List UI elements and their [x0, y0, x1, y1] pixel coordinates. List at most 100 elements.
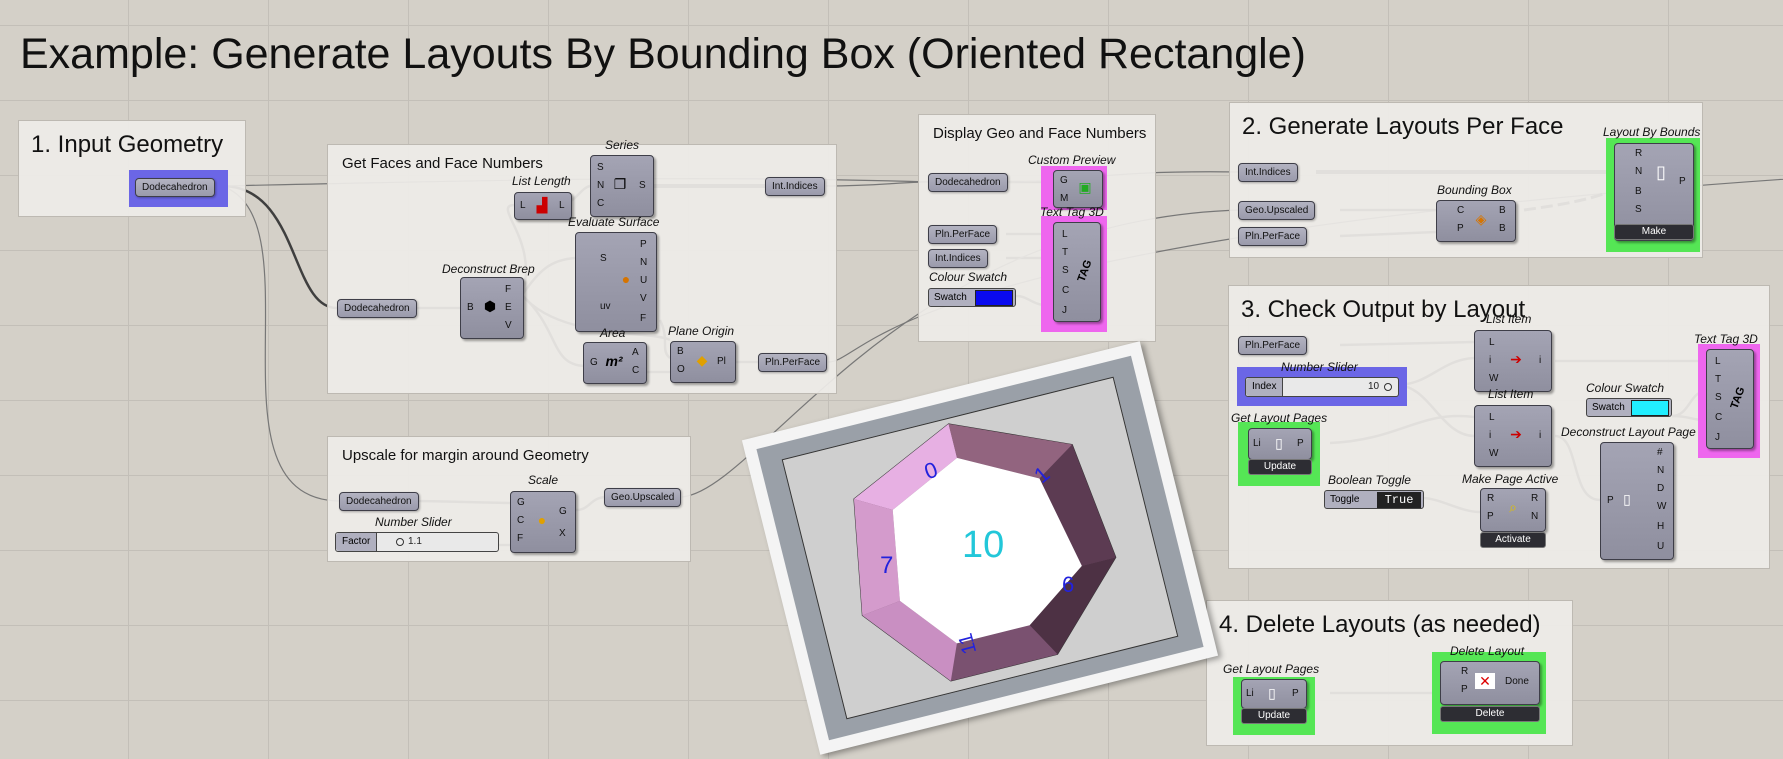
pages-icon: ▯	[1268, 685, 1276, 701]
make-page-active-caption: Make Page Active	[1462, 472, 1559, 486]
list-length-icon: ▟	[536, 197, 548, 213]
series-icon: ❐	[613, 176, 627, 192]
pages-icon: ▯	[1275, 435, 1283, 451]
group-label: 2. Generate Layouts Per Face	[1242, 113, 1564, 140]
make-button[interactable]: Make	[1614, 224, 1694, 240]
deconstruct-brep-component[interactable]: B ⬢ F E V	[460, 277, 524, 339]
list-item-caption: List Item	[1486, 312, 1532, 326]
tag-icon: TAG	[1075, 258, 1095, 284]
colour-swatch[interactable]: Swatch	[928, 288, 1016, 307]
slider-grip[interactable]	[396, 538, 404, 546]
scale-component[interactable]: G C F ● G X	[510, 491, 576, 553]
factor-slider[interactable]: Factor 1.1	[335, 532, 499, 552]
swatch-color	[1631, 400, 1669, 416]
evaluate-surface-component[interactable]: S uv ● P N U V F	[575, 232, 657, 332]
boolean-toggle[interactable]: Toggle True	[1324, 490, 1424, 509]
group-label: Get Faces and Face Numbers	[342, 155, 543, 172]
int-indices-param[interactable]: Int.Indices	[928, 249, 988, 268]
dodecahedron-param[interactable]: Dodecahedron	[135, 178, 215, 197]
get-layout-pages-component[interactable]: Li ▯ P	[1248, 428, 1312, 460]
text-tag-component[interactable]: L T S C J TAG	[1053, 222, 1101, 322]
text-tag-caption: Text Tag 3D	[1040, 205, 1104, 219]
plane-origin-component[interactable]: B O ◆ Pl	[670, 341, 736, 383]
update-button[interactable]: Update	[1241, 708, 1307, 724]
int-indices-param[interactable]: Int.Indices	[765, 177, 825, 196]
activate-button[interactable]: Activate	[1480, 532, 1546, 548]
deconstruct-layout-page-caption: Deconstruct Layout Page	[1561, 425, 1696, 439]
group-label: 3. Check Output by Layout	[1241, 296, 1526, 323]
update-button[interactable]: Update	[1248, 459, 1312, 475]
custom-preview-component[interactable]: G M ▣	[1053, 170, 1103, 208]
get-layout-pages-caption: Get Layout Pages	[1223, 662, 1320, 676]
slider-grip[interactable]	[1384, 383, 1392, 391]
list-length-caption: List Length	[512, 174, 571, 188]
dodecahedron-param[interactable]: Dodecahedron	[928, 173, 1008, 192]
factor-slider-caption: Number Slider	[375, 515, 452, 529]
series-component[interactable]: S N C ❐ S	[590, 155, 654, 217]
index-slider[interactable]: Index 10	[1245, 377, 1399, 397]
list-item-caption: List Item	[1488, 387, 1534, 401]
text-tag-caption: Text Tag 3D	[1694, 332, 1758, 346]
swatch-caption: Colour Swatch	[929, 270, 1008, 284]
get-layout-pages-component[interactable]: Li ▯ P	[1241, 679, 1307, 709]
evaluate-surface-icon: ●	[621, 271, 631, 287]
page-icon: ▯	[1656, 162, 1666, 182]
colour-swatch[interactable]: Swatch	[1586, 398, 1672, 417]
swatch-caption: Colour Swatch	[1586, 381, 1665, 395]
pln-perface-param[interactable]: Pln.PerFace	[1238, 227, 1308, 246]
evaluate-surface-caption: Evaluate Surface	[568, 215, 660, 229]
area-icon: m²	[605, 353, 623, 369]
index-slider-caption: Number Slider	[1281, 360, 1358, 374]
brep-icon: ⬢	[483, 298, 497, 314]
face-number: 6	[1062, 572, 1075, 597]
plane-origin-icon: ◆	[696, 352, 708, 368]
int-indices-param[interactable]: Int.Indices	[1238, 163, 1298, 182]
dodecahedron-param[interactable]: Dodecahedron	[339, 492, 419, 511]
make-page-active-component[interactable]: R P ⌕ R N	[1480, 488, 1546, 532]
delete-layout-component[interactable]: R P ✕ Done	[1440, 661, 1540, 705]
magnifier-icon: ⌕	[1509, 499, 1517, 515]
area-component[interactable]: G m² A C	[583, 342, 647, 384]
plane-origin-caption: Plane Origin	[668, 324, 735, 338]
deconstruct-brep-caption: Deconstruct Brep	[442, 262, 535, 276]
page-title: Example: Generate Layouts By Bounding Bo…	[20, 30, 1306, 78]
delete-layout-caption: Delete Layout	[1450, 644, 1525, 658]
delete-icon: ✕	[1475, 673, 1495, 689]
custom-preview-caption: Custom Preview	[1028, 153, 1116, 167]
group-label: Display Geo and Face Numbers	[933, 125, 1147, 142]
layout-by-bounds-caption: Layout By Bounds	[1603, 125, 1701, 139]
group-label: 1. Input Geometry	[31, 131, 224, 158]
tag-icon: TAG	[1728, 385, 1748, 411]
center-number: 10	[962, 524, 1005, 566]
list-item-icon: ➔	[1510, 351, 1522, 367]
pln-perface-param[interactable]: Pln.PerFace	[1238, 336, 1308, 355]
group-label: 4. Delete Layouts (as needed)	[1219, 611, 1541, 638]
bounding-box-caption: Bounding Box	[1437, 183, 1512, 197]
list-item-component[interactable]: L i W ➔ i	[1474, 330, 1552, 392]
bounding-box-icon: ◈	[1475, 211, 1487, 227]
delete-button[interactable]: Delete	[1440, 706, 1540, 722]
series-caption: Series	[605, 138, 640, 152]
bounding-box-component[interactable]: C P ◈ B B	[1436, 200, 1516, 242]
preview-icon: ▣	[1078, 179, 1092, 195]
scale-icon: ●	[537, 512, 547, 528]
group-label: Upscale for margin around Geometry	[342, 447, 589, 464]
area-caption: Area	[600, 326, 626, 340]
page-icon: ▯	[1623, 491, 1631, 507]
geo-upscaled-param[interactable]: Geo.Upscaled	[604, 488, 682, 507]
get-layout-pages-caption: Get Layout Pages	[1231, 411, 1328, 425]
list-length-component[interactable]: L ▟ L	[514, 192, 572, 220]
pln-perface-param[interactable]: Pln.PerFace	[758, 353, 828, 372]
face-number: 7	[880, 552, 894, 579]
text-tag-component[interactable]: L T S C J TAG	[1706, 349, 1754, 449]
swatch-color	[975, 290, 1013, 306]
geo-upscaled-param[interactable]: Geo.Upscaled	[1238, 201, 1316, 220]
scale-caption: Scale	[528, 473, 559, 487]
toggle-caption: Boolean Toggle	[1328, 473, 1411, 487]
dodecahedron-param[interactable]: Dodecahedron	[337, 299, 417, 318]
toggle-value[interactable]: True	[1377, 492, 1421, 508]
list-item-component[interactable]: L i W ➔ i	[1474, 405, 1552, 467]
list-item-icon: ➔	[1510, 426, 1522, 442]
pln-perface-param[interactable]: Pln.PerFace	[928, 225, 998, 244]
deconstruct-layout-page-component[interactable]: P ▯ # N D W H U	[1600, 442, 1674, 560]
